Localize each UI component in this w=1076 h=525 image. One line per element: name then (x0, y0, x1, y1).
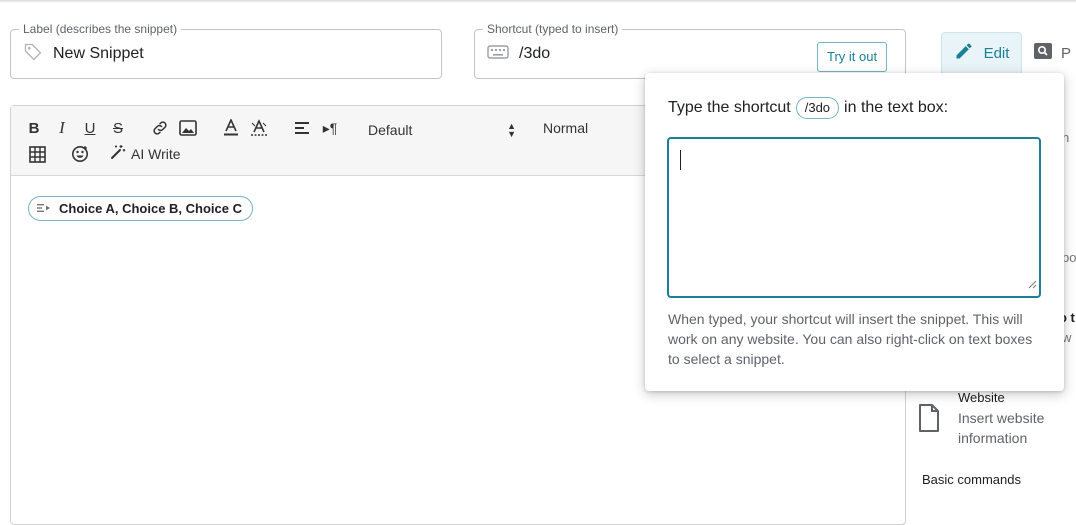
shortcut-input[interactable]: /3do (519, 45, 550, 63)
document-icon (918, 404, 940, 448)
tag-icon (23, 42, 43, 67)
sidebar-item-title: Website (958, 390, 1005, 405)
tab-preview-label: P (1061, 44, 1072, 62)
sidebar-section-title: Basic commands (922, 472, 1021, 487)
shortcut-field-legend: Shortcut (typed to insert) (487, 22, 619, 36)
tab-preview[interactable]: P (1033, 32, 1076, 74)
sidebar-item-desc: Insert website information (958, 410, 1045, 446)
pencil-icon (954, 41, 974, 65)
label-field-legend: Label (describes the snippet) (23, 22, 178, 36)
popup-prompt-after: in the text box: (844, 99, 949, 116)
text-caret (680, 150, 681, 170)
keyboard-icon (487, 44, 509, 65)
font-select[interactable]: Default ▲ ▼ (368, 120, 516, 140)
choice-chip-label: Choice A, Choice B, Choice C (59, 201, 242, 216)
table-icon[interactable] (27, 144, 47, 164)
emoji-icon[interactable] (70, 144, 90, 164)
resize-grip-icon[interactable] (1028, 276, 1037, 294)
label-input[interactable]: New Snippet (53, 45, 144, 63)
magic-wand-icon (110, 144, 126, 163)
ai-write-label: AI Write (131, 145, 181, 162)
top-shadow (0, 0, 1076, 3)
list-choice-icon (37, 201, 51, 216)
popup-help-text: When typed, your shortcut will insert th… (668, 311, 1033, 367)
choice-chip[interactable]: Choice A, Choice B, Choice C (28, 196, 253, 221)
sidebar-item-website[interactable]: Website Insert website information (918, 388, 1068, 448)
ai-write-button[interactable]: AI Write (110, 144, 181, 163)
link-icon[interactable] (150, 118, 170, 138)
size-select[interactable]: Normal (543, 120, 588, 136)
select-arrows-icon: ▲ ▼ (507, 121, 516, 139)
highlight-icon[interactable] (249, 118, 269, 138)
bold-icon[interactable]: B (24, 118, 44, 138)
align-icon[interactable] (292, 118, 312, 138)
try-it-out-popup: Type the shortcut /3do in the text box: … (645, 73, 1064, 391)
tab-edit-label: Edit (983, 44, 1010, 62)
sidebar-partial-text: bo (1062, 250, 1076, 265)
text-direction-icon[interactable]: ▸¶ (320, 118, 340, 138)
strikethrough-icon[interactable]: S (108, 118, 128, 138)
test-textarea[interactable] (667, 137, 1041, 298)
popup-shortcut-chip: /3do (795, 97, 840, 119)
label-field[interactable]: Label (describes the snippet) New Snippe… (10, 22, 442, 79)
popup-prompt: Type the shortcut /3do in the text box: (668, 97, 948, 119)
text-color-icon[interactable] (221, 118, 241, 138)
try-it-out-button[interactable]: Try it out (817, 42, 888, 72)
tab-edit[interactable]: Edit (941, 32, 1022, 74)
image-icon[interactable] (178, 118, 198, 138)
font-select-value: Default (368, 122, 413, 138)
popup-prompt-before: Type the shortcut (668, 99, 791, 116)
italic-icon[interactable]: I (52, 118, 72, 138)
preview-icon (1033, 42, 1053, 64)
underline-icon[interactable]: U (80, 118, 100, 138)
